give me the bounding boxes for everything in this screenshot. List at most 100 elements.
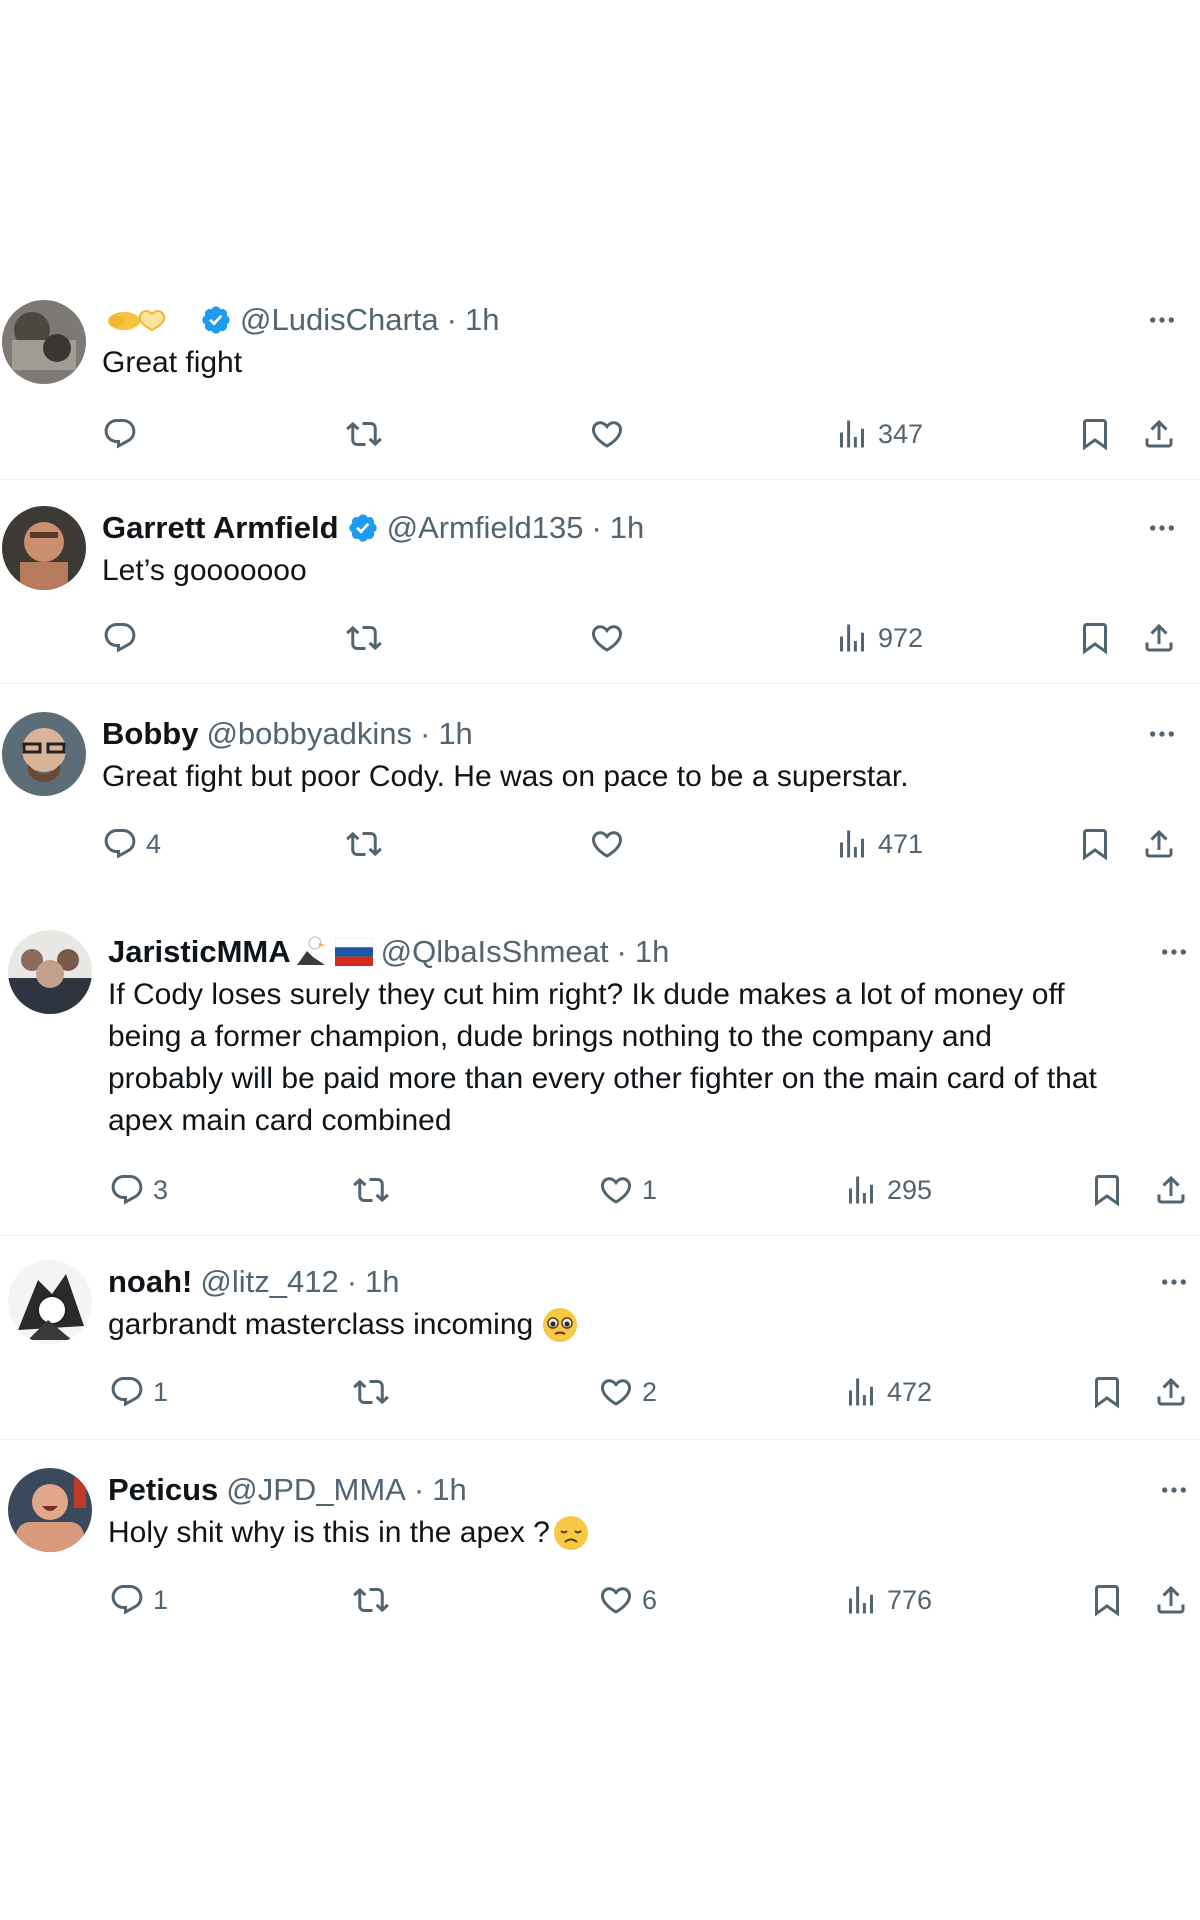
disappointed-face-emoji-icon [552,1514,590,1552]
avatar[interactable] [8,1260,92,1344]
tweet-time[interactable]: 1h [610,508,644,548]
tweet-actions: 3 1 295 [0,1170,1200,1210]
view-count: 472 [887,1376,933,1407]
tweet-author-name[interactable]: Peticus [108,1470,218,1510]
tweet-handle[interactable]: @litz_412 [200,1262,338,1302]
retweet-button[interactable] [346,414,382,454]
views-button[interactable]: 776 [843,1580,932,1620]
pleading-face-emoji-icon [541,1306,579,1344]
reply-count: 3 [153,1174,169,1205]
bookmark-button[interactable] [1089,1372,1125,1412]
more-icon[interactable] [1146,718,1178,750]
tweet-time[interactable]: 1h [432,1470,466,1510]
avatar[interactable] [8,930,92,1014]
tweet[interactable]: Bobby @bobbyadkins · 1h Great fight but … [0,706,1200,890]
views-button[interactable]: 347 [834,414,923,454]
avatar[interactable] [2,712,86,796]
retweet-button[interactable] [353,1170,389,1210]
share-button[interactable] [1141,824,1177,864]
tweet-handle[interactable]: @JPD_MMA [226,1470,406,1510]
tweet-author-name[interactable]: JaristicMMA [108,932,291,972]
more-icon[interactable] [1146,304,1178,336]
reply-button[interactable]: 1 [109,1372,168,1412]
tweet-text: garbrandt masterclass incoming [108,1304,579,1346]
tweet-text: Let’s gooooooo [102,554,307,587]
more-icon[interactable] [1158,1266,1190,1298]
tweet-author-name[interactable]: Garrett Armfield [102,508,339,548]
tweet[interactable]: JaristicMMA @QlbaIsShmeat · 1h If Cody l… [0,924,1200,1236]
tweet[interactable]: Garrett Armfield @Armfield135 · 1h Let’s… [0,500,1200,684]
tweet-time[interactable]: 1h [365,1262,399,1302]
reply-button[interactable] [102,618,146,658]
view-count: 972 [878,622,924,653]
reply-button[interactable]: 3 [109,1170,168,1210]
views-button[interactable]: 471 [834,824,923,864]
bookmark-button[interactable] [1077,618,1113,658]
more-icon[interactable] [1158,1474,1190,1506]
reply-button[interactable]: 4 [102,824,161,864]
reply-button[interactable]: 1 [109,1580,168,1620]
bookmark-button[interactable] [1089,1170,1125,1210]
tweet-author-name[interactable]: noah! [108,1262,192,1302]
tweet-time[interactable]: 1h [635,932,669,972]
tweet-header: JaristicMMA @QlbaIsShmeat · 1h [108,932,669,972]
tweet[interactable]: @LudisCharta · 1h Great fight 347 [0,296,1200,480]
share-button[interactable] [1153,1580,1189,1620]
view-count: 471 [878,828,924,859]
like-button[interactable]: 6 [598,1580,657,1620]
tweet-header: @LudisCharta · 1h [102,300,499,340]
tweet-handle[interactable]: @Armfield135 [387,508,584,548]
like-button[interactable] [589,414,633,454]
like-button[interactable]: 1 [598,1170,657,1210]
tweet-handle[interactable]: @QlbaIsShmeat [381,932,609,972]
separator-dot: · [591,510,602,545]
like-count: 2 [642,1376,658,1407]
retweet-button[interactable] [346,824,382,864]
tweet-text-body: garbrandt masterclass incoming [108,1308,534,1341]
views-button[interactable]: 295 [843,1170,932,1210]
bookmark-button[interactable] [1077,824,1113,864]
tweet-time[interactable]: 1h [438,714,472,754]
views-button[interactable]: 972 [834,618,923,658]
tweet-actions: 347 [0,414,1200,454]
like-button[interactable]: 2 [598,1372,657,1412]
avatar[interactable] [2,300,86,384]
tweet-header: Peticus @JPD_MMA · 1h [108,1470,467,1510]
avatar[interactable] [2,506,86,590]
tweet[interactable]: Peticus @JPD_MMA · 1h Holy shit why is t… [0,1464,1200,1648]
more-icon[interactable] [1146,512,1178,544]
avatar[interactable] [8,1468,92,1552]
separator-dot: · [413,1472,425,1507]
bookmark-button[interactable] [1077,414,1113,454]
retweet-button[interactable] [353,1372,389,1412]
share-button[interactable] [1153,1372,1189,1412]
view-count: 347 [878,418,924,449]
like-button[interactable] [589,824,633,864]
like-button[interactable] [589,618,633,658]
tweet-handle[interactable]: @LudisCharta [240,300,439,340]
separator-dot: · [616,934,627,969]
verified-badge-icon [200,304,232,336]
share-button[interactable] [1141,618,1177,658]
share-button[interactable] [1141,414,1177,454]
tweet-actions: 972 [0,618,1200,658]
tweet[interactable]: noah! @litz_412 · 1h garbrandt mastercla… [0,1256,1200,1440]
more-icon[interactable] [1158,936,1190,968]
reply-button[interactable] [102,414,146,454]
view-count: 295 [887,1174,933,1205]
tweet-text: If Cody loses surely they cut him right?… [108,974,1097,1142]
tweet-actions: 1 2 472 [0,1372,1200,1412]
reply-count: 4 [146,828,162,859]
tweet-handle[interactable]: @bobbyadkins [206,714,412,754]
tweet-author-name[interactable]: Bobby [102,714,198,754]
share-button[interactable] [1153,1170,1189,1210]
like-count: 1 [642,1174,658,1205]
tweet-time[interactable]: 1h [465,300,499,340]
retweet-button[interactable] [346,618,382,658]
reply-count: 1 [153,1376,169,1407]
bookmark-button[interactable] [1089,1580,1125,1620]
retweet-button[interactable] [353,1580,389,1620]
views-button[interactable]: 472 [843,1372,932,1412]
tweet-header: Bobby @bobbyadkins · 1h [102,714,473,754]
view-count: 776 [887,1584,933,1615]
